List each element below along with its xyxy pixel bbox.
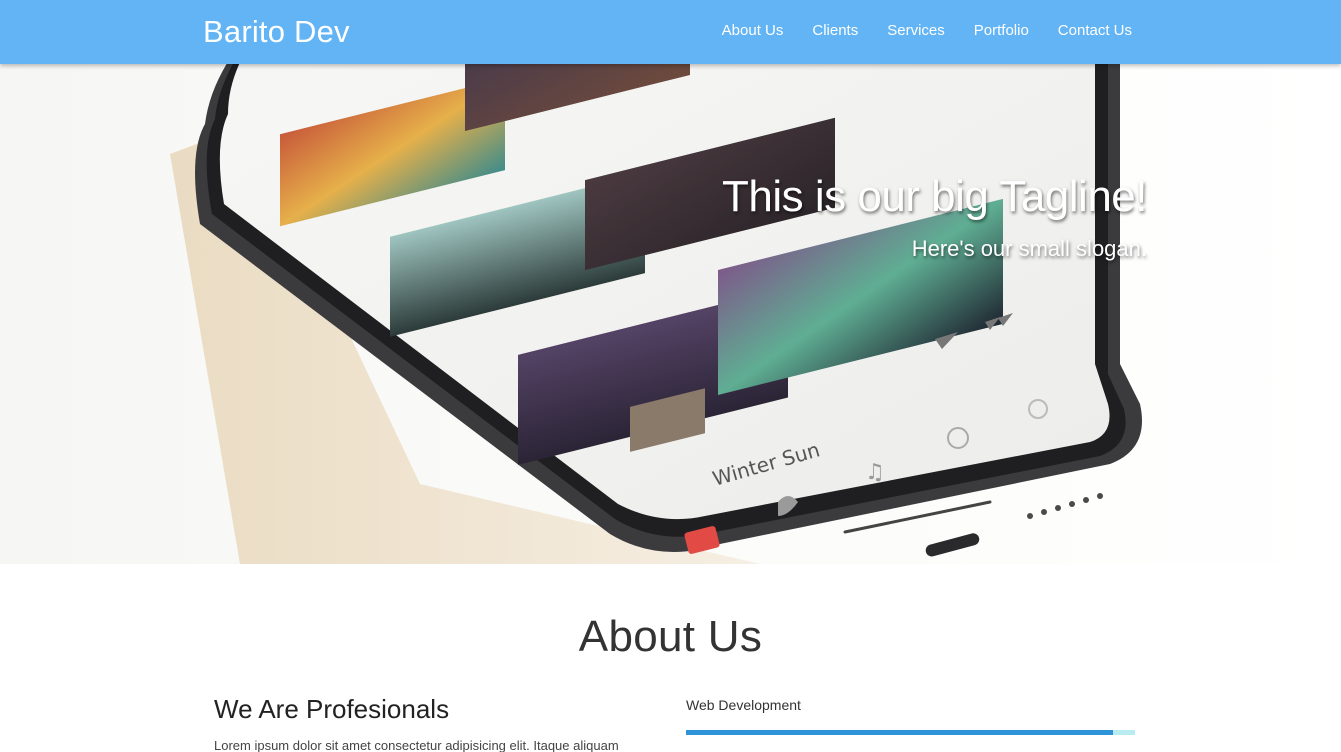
phone-photo-icon: Winter Sun ♫	[170, 64, 1142, 564]
nav-link-about[interactable]: About Us	[722, 22, 784, 39]
about-title: About Us	[578, 612, 763, 661]
hero-slogan: Here's our small slogan.	[911, 236, 1147, 261]
brand-logo[interactable]: Barito Dev	[203, 14, 350, 50]
about-text: Lorem ipsum dolor sit amet consectetur a…	[214, 738, 619, 752]
skill-progress-web-development	[686, 730, 1135, 735]
hero-tagline: This is our big Tagline!	[722, 172, 1147, 221]
hero-section: Winter Sun ♫ This is our big Tagline! He…	[0, 64, 1341, 564]
nav-link-portfolio[interactable]: Portfolio	[974, 22, 1029, 39]
nav-links: About Us Clients Services Portfolio Cont…	[722, 22, 1132, 39]
navbar: Barito Dev About Us Clients Services Por…	[0, 0, 1341, 64]
skill-label-web-development: Web Development	[686, 697, 801, 713]
nav-link-clients[interactable]: Clients	[812, 22, 858, 39]
about-subtitle: We Are Profesionals	[214, 694, 450, 724]
nav-link-services[interactable]: Services	[887, 22, 945, 39]
svg-text:♫: ♫	[865, 460, 885, 485]
nav-link-contact[interactable]: Contact Us	[1058, 22, 1132, 39]
skill-progress-fill	[686, 730, 1113, 735]
